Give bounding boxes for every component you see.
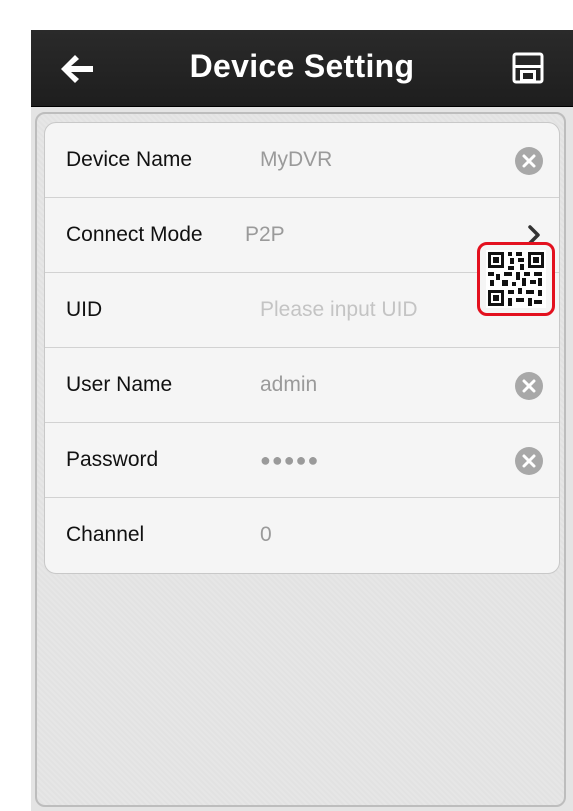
password-input[interactable]: ●●●●● <box>260 450 319 471</box>
password-row: Password ●●●●● <box>45 423 559 498</box>
app-screen: Device Setting Device Name MyDVR Connect… <box>31 30 573 811</box>
page-title: Device Setting <box>189 48 415 84</box>
qr-scan-button[interactable] <box>477 242 555 316</box>
password-clear-button[interactable] <box>515 447 543 475</box>
device-name-input[interactable]: MyDVR <box>260 148 332 172</box>
uid-input[interactable]: Please input UID <box>260 298 418 322</box>
user-name-label: User Name <box>66 373 173 396</box>
user-name-row: User Name admin <box>45 348 559 423</box>
channel-row: Channel 0 <box>45 498 559 573</box>
connect-mode-value: P2P <box>245 223 285 246</box>
device-settings-form: Device Name MyDVR Connect Mode P2P UID P… <box>44 122 560 574</box>
device-name-clear-button[interactable] <box>515 147 543 175</box>
nav-bar: Device Setting <box>31 30 573 107</box>
connect-mode-label: Connect Mode <box>66 223 203 246</box>
channel-input[interactable]: 0 <box>260 523 272 547</box>
user-name-clear-button[interactable] <box>515 372 543 400</box>
uid-label: UID <box>66 298 103 321</box>
save-button[interactable] <box>511 52 547 86</box>
password-label: Password <box>66 448 159 471</box>
clear-icon <box>522 379 536 393</box>
clear-icon <box>522 454 536 468</box>
device-name-row: Device Name MyDVR <box>45 123 559 198</box>
channel-label: Channel <box>66 523 145 546</box>
device-name-label: Device Name <box>66 148 193 171</box>
user-name-input[interactable]: admin <box>260 373 317 397</box>
qr-code-icon <box>486 250 546 308</box>
floppy-disk-icon <box>512 52 544 84</box>
clear-icon <box>522 154 536 168</box>
